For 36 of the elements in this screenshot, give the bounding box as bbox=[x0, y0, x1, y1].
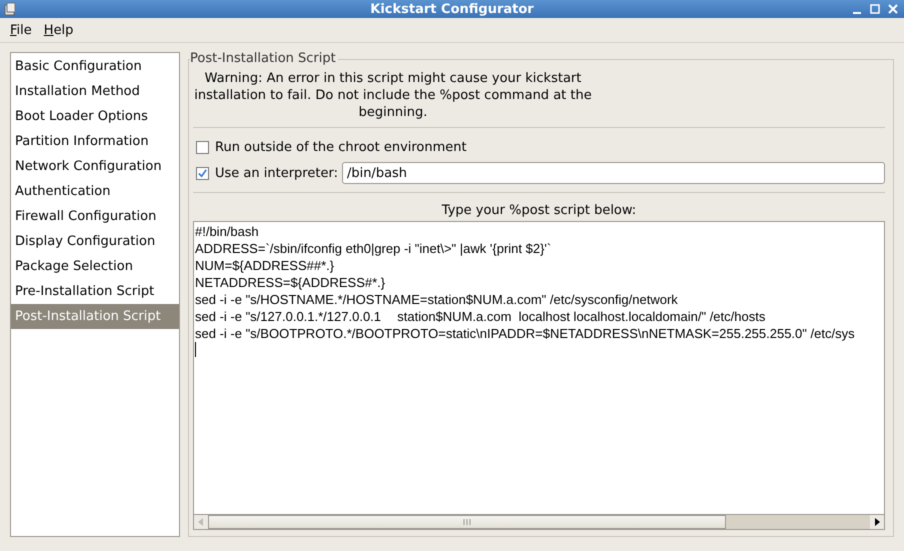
sidebar-item[interactable]: Installation Method bbox=[11, 79, 179, 104]
script-line: #!/bin/bash bbox=[195, 223, 260, 240]
horizontal-scrollbar[interactable] bbox=[194, 514, 884, 529]
checkbox-label: Use an interpreter: bbox=[215, 166, 338, 180]
menu-item[interactable]: File bbox=[4, 20, 38, 40]
sidebar-item[interactable]: Boot Loader Options bbox=[11, 104, 179, 129]
sidebar-item[interactable]: Package Selection bbox=[11, 254, 179, 279]
script-line: sed -i -e "s/127.0.0.1.*/127.0.0.1 station$NUM.a.com localhost localhost.localdomain/" /etc/hosts bbox=[195, 308, 766, 325]
sidebar-item[interactable]: Partition Information bbox=[11, 129, 179, 154]
script-line: sed -i -e "s/HOSTNAME.*/HOSTNAME=station$NUM.a.com" /etc/sysconfig/network bbox=[195, 291, 679, 308]
script-line: NETADDRESS=${ADDRESS#*.} bbox=[195, 274, 386, 291]
script-label: Type your %post script below: bbox=[440, 203, 638, 218]
close-icon[interactable] bbox=[886, 2, 900, 16]
scrollbar-thumb[interactable] bbox=[208, 515, 726, 529]
sidebar-item[interactable]: Authentication bbox=[11, 179, 179, 204]
script-line: NUM=${ADDRESS##*.} bbox=[195, 257, 336, 274]
checkbox-label: Run outside of the chroot environment bbox=[215, 140, 467, 154]
menu-item[interactable]: Help bbox=[38, 20, 80, 40]
warning-text: Warning: An error in this script might cause your kickstart installation to fail. Do not include the %post command at the beginning. bbox=[193, 70, 593, 121]
sidebar-item[interactable]: Basic Configuration bbox=[11, 54, 179, 79]
checkbox[interactable] bbox=[196, 140, 209, 154]
maximize-icon[interactable] bbox=[868, 2, 882, 16]
window-title: Kickstart Configurator bbox=[370, 2, 534, 16]
sidebar-item[interactable]: Display Configuration bbox=[11, 229, 179, 254]
frame-title: Post-Installation Script bbox=[190, 51, 338, 66]
text-cursor-icon bbox=[195, 342, 196, 357]
app-icon bbox=[3, 2, 17, 16]
sidebar-item[interactable]: Pre-Installation Script bbox=[11, 279, 179, 304]
sidebar-item[interactable]: Post-Installation Script bbox=[11, 304, 179, 329]
script-editor[interactable] bbox=[193, 221, 885, 530]
interpreter-field[interactable]: /bin/bash bbox=[342, 162, 885, 184]
sidebar-item[interactable]: Firewall Configuration bbox=[11, 204, 179, 229]
script-line: ADDRESS=`/sbin/ifconfig eth0|grep -i "inet\>" |awk '{print $2}'` bbox=[195, 240, 552, 257]
checkbox[interactable] bbox=[196, 166, 209, 180]
script-line: sed -i -e "s/BOOTPROTO.*/BOOTPROTO=static\nIPADDR=$NETADDRESS\nNETMASK=255.255.255.0" /etc/sys bbox=[195, 325, 856, 342]
sidebar-item[interactable]: Network Configuration bbox=[11, 154, 179, 179]
